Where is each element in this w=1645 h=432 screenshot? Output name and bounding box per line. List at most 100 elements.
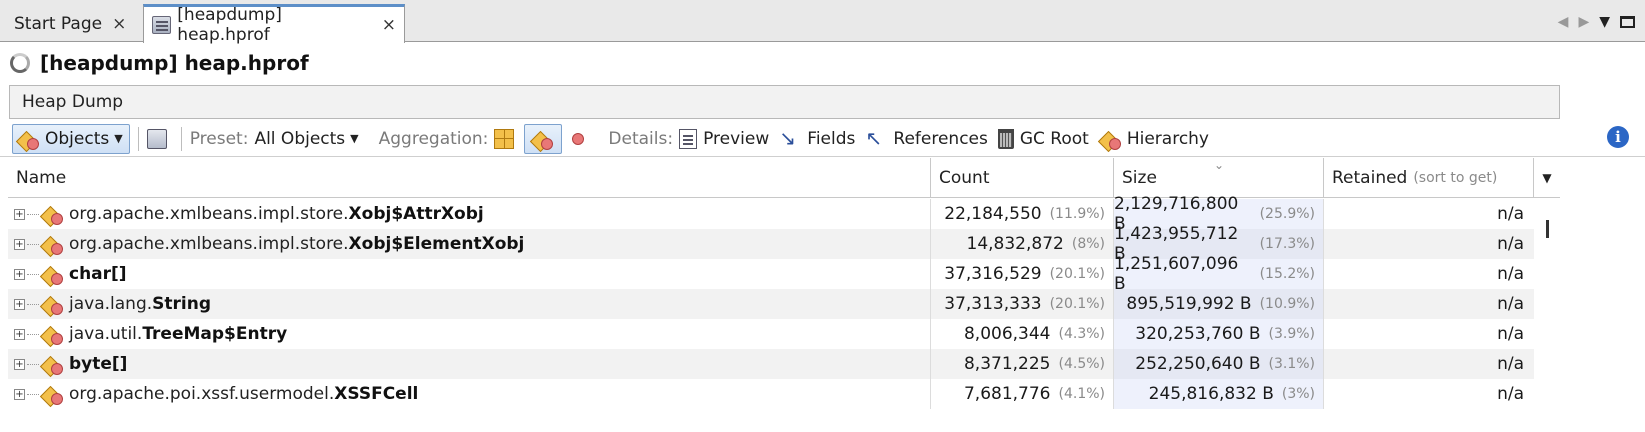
- retained-cell: n/a: [1324, 349, 1534, 379]
- gc-root-toggle[interactable]: GC Root: [997, 128, 1089, 149]
- class-icon: [41, 324, 63, 345]
- tree-line: [27, 273, 39, 275]
- preset-dropdown[interactable]: All Objects ▼: [254, 129, 358, 149]
- tree-line: [27, 393, 39, 395]
- fields-icon: [779, 126, 801, 150]
- tree-line: [27, 243, 39, 245]
- loading-spinner-icon: [10, 53, 30, 73]
- table-row[interactable]: + char[] 37,316,529 (20.1%) 1,251,607,096…: [8, 254, 1534, 294]
- aggregation-label: Aggregation:: [378, 128, 489, 149]
- heap-dump-view-header[interactable]: Heap Dump: [9, 85, 1560, 119]
- name-cell: + org.apache.xmlbeans.impl.store. Xobj$El…: [8, 229, 931, 259]
- package-name: java.lang.: [69, 294, 153, 314]
- maximize-window-icon[interactable]: [1620, 16, 1635, 28]
- fields-toggle[interactable]: Fields: [779, 126, 855, 150]
- count-value: 14,832,872: [966, 234, 1064, 254]
- gc-root-icon: [997, 128, 1014, 149]
- objects-table: Name Count Size ⌄ Retained (sort to get)…: [0, 158, 1645, 432]
- expand-icon[interactable]: +: [14, 358, 25, 370]
- column-header-size[interactable]: Size ⌄: [1114, 158, 1324, 198]
- retained-cell: n/a: [1324, 229, 1534, 259]
- column-header-count[interactable]: Count: [931, 158, 1114, 198]
- hierarchy-icon: [1099, 129, 1121, 150]
- references-label: References: [893, 128, 988, 149]
- size-value: 1,251,607,096 B: [1114, 254, 1239, 294]
- tab-heap-hprof[interactable]: [heapdump] heap.hprof ×: [143, 4, 405, 45]
- table-body: + org.apache.xmlbeans.impl.store. Xobj$At…: [8, 194, 1534, 409]
- package-name: org.apache.poi.xssf.usermodel.: [69, 384, 335, 404]
- tab-list-dropdown-icon[interactable]: ▼: [1599, 14, 1610, 30]
- expand-icon[interactable]: +: [14, 208, 25, 220]
- count-cell: 22,184,550 (11.9%): [931, 199, 1114, 229]
- package-name: java.util.: [69, 324, 143, 344]
- retained-cell: n/a: [1324, 319, 1534, 349]
- tab-start-page[interactable]: Start Page ×: [6, 6, 142, 42]
- info-icon[interactable]: i: [1607, 126, 1629, 148]
- objects-view-dropdown[interactable]: Objects ▼: [12, 123, 130, 154]
- chevron-down-icon: ▼: [350, 132, 359, 145]
- scroll-left-icon[interactable]: ◀: [1558, 14, 1569, 30]
- retained-cell: n/a: [1324, 289, 1534, 319]
- expand-icon[interactable]: +: [14, 328, 25, 340]
- column-menu-icon[interactable]: ▼: [1534, 158, 1560, 198]
- count-value: 8,006,344: [963, 324, 1051, 344]
- aggregate-instances-icon[interactable]: [572, 132, 585, 145]
- close-icon[interactable]: ×: [382, 15, 396, 35]
- column-header-name[interactable]: Name: [8, 158, 931, 198]
- column-name-label: Name: [16, 168, 67, 188]
- table-row[interactable]: + org.apache.xmlbeans.impl.store. Xobj$At…: [8, 194, 1534, 234]
- objects-icon: [17, 129, 39, 150]
- preview-toggle[interactable]: Preview: [679, 128, 769, 149]
- table-row[interactable]: + java.util. TreeMap$Entry 8,006,344 (4.3%…: [8, 319, 1534, 349]
- retained-value: n/a: [1497, 324, 1524, 344]
- tree-line: [27, 303, 39, 305]
- count-value: 8,371,225: [963, 354, 1051, 374]
- class-name: Xobj$ElementXobj: [348, 234, 525, 254]
- expand-icon[interactable]: +: [14, 268, 25, 280]
- document-title-row: [heapdump] heap.hprof: [0, 43, 1645, 83]
- count-value: 37,313,333: [944, 294, 1042, 314]
- size-percent: (10.9%): [1259, 296, 1315, 312]
- close-icon[interactable]: ×: [112, 14, 126, 34]
- size-cell: 320,253,760 B (3.9%): [1114, 319, 1324, 349]
- references-toggle[interactable]: References: [865, 126, 988, 150]
- count-percent: (4.5%): [1058, 356, 1106, 372]
- package-name: org.apache.xmlbeans.impl.store.: [69, 204, 349, 224]
- table-row[interactable]: + org.apache.xmlbeans.impl.store. Xobj$El…: [8, 224, 1534, 264]
- sort-descending-icon: ⌄: [1214, 158, 1225, 172]
- name-cell: + java.util. TreeMap$Entry: [8, 319, 931, 349]
- heap-summary-icon[interactable]: [146, 128, 167, 149]
- expand-icon[interactable]: +: [14, 388, 25, 400]
- aggregate-packages-icon[interactable]: [494, 128, 515, 149]
- scroll-right-icon[interactable]: ▶: [1578, 14, 1589, 30]
- retained-cell: n/a: [1324, 199, 1534, 229]
- count-cell: 7,681,776 (4.1%): [931, 379, 1114, 409]
- retained-cell: n/a: [1324, 259, 1534, 289]
- expand-icon[interactable]: +: [14, 238, 25, 250]
- size-value: 252,250,640 B: [1135, 354, 1261, 374]
- table-row[interactable]: + byte[] 8,371,225 (4.5%) 252,250,640 B (3…: [8, 349, 1534, 379]
- tab-label: Start Page: [14, 14, 103, 34]
- count-cell: 8,371,225 (4.5%): [931, 349, 1114, 379]
- class-name: TreeMap$Entry: [142, 324, 288, 344]
- hierarchy-toggle[interactable]: Hierarchy: [1099, 129, 1209, 150]
- table-row[interactable]: + java.lang. String 37,313,333 (20.1%) 895…: [8, 289, 1534, 319]
- column-retained-hint: (sort to get): [1413, 170, 1498, 186]
- count-percent: (20.1%): [1049, 296, 1105, 312]
- aggregate-classes-button[interactable]: [524, 123, 563, 154]
- column-retained-label: Retained: [1332, 168, 1408, 188]
- heap-dump-label: Heap Dump: [22, 92, 124, 112]
- tree-line: [27, 213, 39, 215]
- count-cell: 37,316,529 (20.1%): [931, 259, 1114, 289]
- size-cell: 245,816,832 B (3%): [1114, 379, 1324, 409]
- expand-icon[interactable]: +: [14, 298, 25, 310]
- table-header: Name Count Size ⌄ Retained (sort to get)…: [8, 158, 1560, 198]
- package-name: org.apache.xmlbeans.impl.store.: [69, 234, 349, 254]
- count-percent: (20.1%): [1049, 266, 1105, 282]
- table-row[interactable]: + org.apache.poi.xssf.usermodel. XSSFCell…: [8, 379, 1534, 409]
- column-header-retained[interactable]: Retained (sort to get): [1324, 158, 1534, 198]
- vertical-scrollbar-thumb[interactable]: [1546, 220, 1549, 238]
- size-cell: 1,251,607,096 B (15.2%): [1114, 254, 1324, 294]
- count-percent: (8%): [1071, 236, 1105, 252]
- class-icon: [41, 384, 63, 405]
